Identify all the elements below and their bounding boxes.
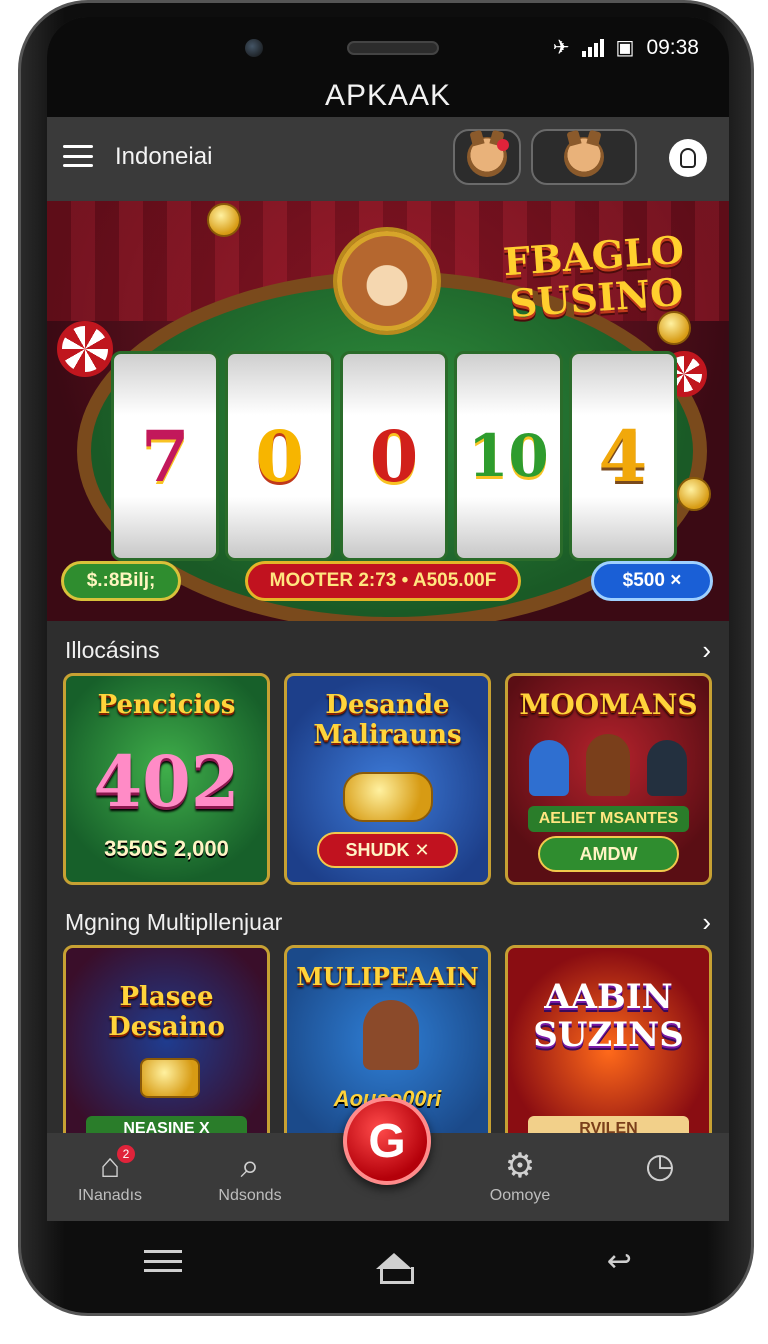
dog-mascot-icon (337, 231, 437, 331)
slot-reel: 0 (339, 351, 449, 561)
search-icon: ⌕ (240, 1147, 260, 1185)
section-header[interactable]: Mgning Multipllenjuar › (65, 907, 711, 938)
system-nav-bar: ↩ (47, 1221, 729, 1301)
app-title: APKAAK (324, 79, 452, 112)
mascot-button-1[interactable] (453, 129, 521, 185)
game-number: 402 (93, 740, 240, 823)
game-title: MOOMANS (519, 688, 698, 721)
game-title: MULIPEAAIN (296, 962, 479, 991)
section-title: Illocásins (65, 637, 160, 663)
hero-banner[interactable]: FBAGLO SUSINO 7 0 0 10 4 $.:8Bilj; MOOTE… (47, 201, 729, 621)
bet-pill[interactable]: $500 × (591, 561, 713, 601)
account-button[interactable] (669, 139, 707, 177)
nav-history[interactable]: ◷ (605, 1145, 715, 1187)
slot-reel: 4 (568, 351, 678, 561)
region-label[interactable]: Indoneiai (115, 143, 212, 171)
nav-label: Ndsonds (218, 1187, 282, 1204)
game-title: Desande Malirauns (313, 690, 462, 750)
dog-mascot-icon (564, 137, 604, 177)
reel-symbol: 7 (140, 414, 190, 498)
game-button[interactable]: AMDW (538, 836, 679, 872)
game-row: Pencicios 402 3550S 2,000 Desande Malira… (63, 673, 713, 885)
gold-coin-icon (657, 311, 691, 345)
nav-label: Oomoye (489, 1187, 551, 1204)
earpiece-speaker (347, 41, 439, 55)
gold-coin-icon (677, 477, 711, 511)
gold-bar-icon (140, 1058, 200, 1098)
balance-pill[interactable]: $.:8Bilj; (61, 561, 181, 601)
app-bar: Indoneiai (47, 117, 729, 201)
game-title: AABIN SUZINS (533, 977, 684, 1055)
recent-apps-icon[interactable] (144, 1250, 183, 1272)
characters-illustration (520, 732, 696, 796)
slot-reel: 10 (454, 351, 563, 561)
hamburger-icon[interactable] (63, 145, 93, 167)
chevron-right-icon[interactable]: › (702, 907, 711, 938)
reel-symbol: 4 (598, 414, 648, 498)
status-bar: ✈ ▣ 09:38 APKAAK (47, 17, 729, 117)
character-avatar (363, 1000, 419, 1070)
chevron-right-icon[interactable]: › (702, 635, 711, 666)
slot-reels: 7 0 0 10 4 (111, 351, 678, 561)
back-icon[interactable]: ↩ (607, 1244, 632, 1279)
status-time: 09:38 (646, 35, 699, 59)
wifi-off-icon: ✈ (552, 37, 570, 59)
section-title: Mgning Multipllenjuar (65, 909, 283, 935)
gold-coin-icon (207, 203, 241, 237)
signal-icon (581, 38, 604, 57)
center-play-button[interactable]: G (343, 1097, 431, 1185)
game-tile[interactable]: Pencicios 402 3550S 2,000 (63, 673, 270, 885)
game-prize: 3550S 2,000 (104, 836, 229, 861)
clock-icon: ◷ (645, 1147, 675, 1185)
nav-search[interactable]: ⌕ Ndsonds (195, 1145, 305, 1205)
game-band: AELIET MSANTES (528, 806, 689, 832)
slot-reel: 0 (225, 351, 334, 561)
screen: ✈ ▣ 09:38 APKAAK Indoneiai FBAGLO SUSINO… (47, 17, 729, 1221)
treasure-icon (343, 772, 433, 822)
reel-symbol: 0 (255, 414, 304, 498)
game-title: Plasee Desaino (108, 982, 225, 1042)
notification-badge: 2 (117, 1145, 135, 1163)
game-tile[interactable]: AABIN SUZINS RVILEN (505, 945, 712, 1135)
home-button-icon[interactable] (376, 1253, 415, 1284)
game-button[interactable]: SHUDK ✕ (317, 832, 458, 868)
battery-icon: ▣ (615, 37, 635, 59)
banner-title: FBAGLO SUSINO (501, 226, 686, 326)
nav-home[interactable]: ⌂ 2 INanadıs (55, 1145, 165, 1205)
reel-symbol: 0 (369, 414, 419, 498)
front-camera (245, 39, 263, 57)
casino-chip-icon (57, 321, 113, 377)
home-icon: ⌂ (99, 1147, 121, 1185)
mascot-button-2[interactable] (531, 129, 637, 185)
user-icon (680, 148, 696, 168)
game-tile[interactable]: Desande Malirauns SHUDK ✕ (284, 673, 491, 885)
status-indicators: ✈ ▣ 09:38 (553, 35, 699, 60)
game-tile[interactable]: Plasee Desaino NEASINE X (63, 945, 270, 1135)
gear-icon: ⚙ (504, 1147, 536, 1185)
reel-symbol: 10 (468, 422, 549, 490)
jackpot-pill[interactable]: MOOTER 2:73 • A505.00F (245, 561, 521, 601)
section-header[interactable]: Illocásins › (65, 635, 711, 666)
notification-dot (497, 139, 509, 151)
nav-settings[interactable]: ⚙ Oomoye (465, 1145, 575, 1205)
game-tile[interactable]: MOOMANS AELIET MSANTES AMDW (505, 673, 712, 885)
nav-label: INanadıs (77, 1187, 143, 1204)
slot-reel: 7 (111, 351, 220, 561)
game-title: Pencicios (97, 690, 236, 720)
phone-frame: ✈ ▣ 09:38 APKAAK Indoneiai FBAGLO SUSINO… (18, 0, 754, 1316)
